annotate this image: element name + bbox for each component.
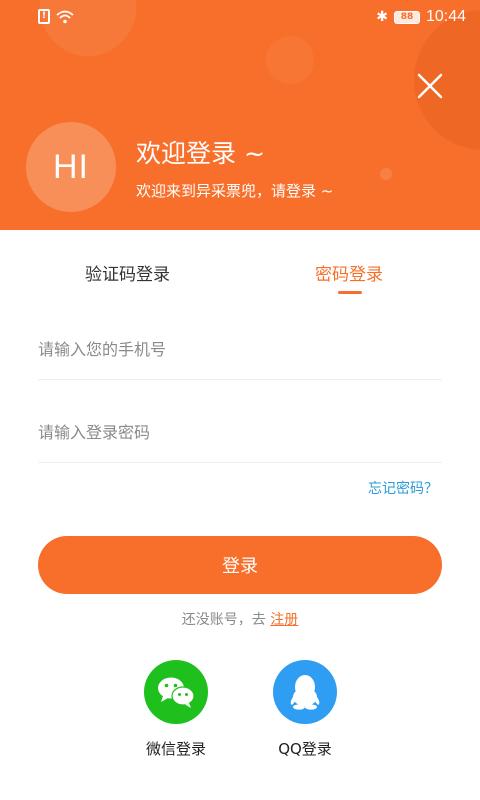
qq-login-button[interactable]: QQ登录 xyxy=(265,660,345,759)
login-button[interactable]: 登录 xyxy=(38,536,442,594)
forgot-password-link[interactable]: 忘记密码？ xyxy=(368,478,438,498)
wifi-icon xyxy=(56,10,74,23)
bluetooth-icon: ✱ xyxy=(376,9,388,25)
password-input[interactable] xyxy=(38,403,442,462)
register-prompt: 还没账号，去 注册 xyxy=(0,609,480,629)
wechat-login-button[interactable]: 微信登录 xyxy=(136,660,216,759)
battery-icon: 88 xyxy=(393,10,420,24)
password-field xyxy=(38,403,442,463)
status-bar: ! ✱ 88 10:44 xyxy=(0,0,480,34)
tab-active-indicator xyxy=(338,291,362,294)
phone-field xyxy=(38,320,442,380)
wechat-login-label: 微信登录 xyxy=(145,740,206,758)
qq-icon xyxy=(273,660,337,724)
tab-password-login[interactable]: 密码登录 xyxy=(315,260,383,285)
welcome-subtitle: 欢迎来到异采票兜，请登录 ~ xyxy=(136,182,334,200)
login-tabs: 验证码登录 密码登录 xyxy=(0,252,480,302)
clock: 10:44 xyxy=(425,8,466,25)
qq-login-label: QQ登录 xyxy=(278,740,332,758)
register-link[interactable]: 注册 xyxy=(270,612,298,628)
phone-input[interactable] xyxy=(38,320,442,379)
tab-sms-login[interactable]: 验证码登录 xyxy=(85,260,170,285)
register-prompt-text: 还没账号，去 xyxy=(181,612,271,628)
sim-alert-icon: ! xyxy=(38,9,50,24)
decor-bubble xyxy=(380,168,392,180)
wechat-icon xyxy=(144,660,208,724)
login-header: ! ✱ 88 10:44 HI 欢迎登录 ~ 欢迎来到异采票兜，请登录 ~ xyxy=(0,0,480,230)
decor-bubble xyxy=(266,36,314,84)
avatar: HI xyxy=(26,122,116,212)
welcome-title: 欢迎登录 ~ xyxy=(136,139,265,168)
close-icon[interactable] xyxy=(414,70,446,102)
